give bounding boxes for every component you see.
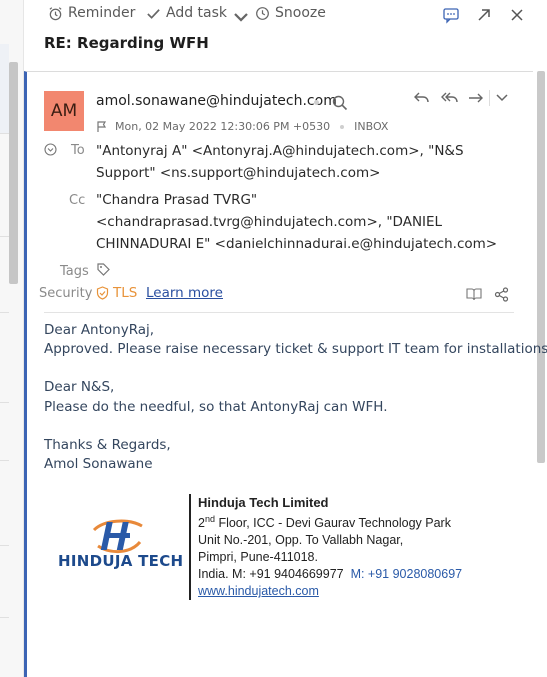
chevron-down-icon[interactable]: [232, 8, 250, 26]
tags-label: Tags: [60, 264, 89, 279]
signature-divider: [189, 494, 191, 600]
snooze-button[interactable]: Snooze: [255, 5, 326, 21]
separator-dot: [314, 100, 319, 105]
popout-icon[interactable]: [475, 6, 493, 24]
alarm-clock-icon: [49, 6, 62, 20]
row-divider: [0, 402, 9, 403]
learn-more-link[interactable]: Learn more: [146, 285, 223, 301]
website-link[interactable]: www.hindujatech.com: [198, 584, 319, 598]
reminder-button[interactable]: Reminder: [48, 5, 135, 21]
flag-icon[interactable]: [96, 120, 108, 133]
search-icon[interactable]: [331, 94, 349, 112]
row-divider: [0, 617, 9, 618]
list-scrollbar[interactable]: [9, 62, 18, 284]
reply-all-icon[interactable]: [440, 90, 460, 106]
security-label: Security: [39, 286, 93, 301]
body-line: Dear AntonyRaj,: [44, 322, 155, 338]
toolbar-divider: [489, 90, 490, 106]
close-icon[interactable]: [508, 6, 526, 24]
header-body-divider: [44, 312, 514, 313]
to-label: To: [71, 143, 85, 158]
comment-icon[interactable]: [442, 6, 460, 24]
address-line-1: 2nd Floor, ICC - Devi Gaurav Technology …: [198, 514, 451, 531]
share-icon[interactable]: [494, 287, 509, 302]
reply-icon[interactable]: [413, 90, 431, 106]
body-line: Please do the needful, so that AntonyRaj…: [44, 398, 388, 415]
collapse-recipients-icon[interactable]: [44, 143, 57, 156]
phone-2: M: +91 9028080697: [350, 567, 463, 582]
more-actions-chevron-icon[interactable]: [495, 92, 509, 104]
phone-1: India. M: +91 9404669977: [198, 567, 344, 582]
folder-name[interactable]: INBOX: [354, 120, 388, 133]
row-divider: [0, 545, 9, 546]
date-line: Mon, 02 May 2022 12:30:06 PM +0530 INBOX: [96, 120, 388, 133]
selected-row-highlight: [0, 44, 9, 134]
clock-icon: [256, 6, 269, 20]
row-divider: [0, 312, 9, 313]
tag-icon[interactable]: [96, 262, 111, 277]
phone-line: India. M: +91 9404669977 M: +91 90280806…: [198, 566, 462, 583]
avatar[interactable]: AM: [44, 91, 84, 131]
cc-recipients[interactable]: "Chandra Prasad TVRG" <chandraprasad.tvr…: [96, 189, 516, 255]
sender-address[interactable]: amol.sonawane@hindujatech.com: [96, 93, 337, 109]
email-subject: RE: Regarding WFH: [44, 34, 209, 52]
body-line: Approved. Please raise necessary ticket …: [44, 341, 547, 358]
row-divider: [0, 236, 9, 237]
address-line-2: Unit No.-201, Opp. To Vallabh Nagar,: [198, 533, 404, 548]
company-name: Hinduja Tech Limited: [198, 495, 329, 510]
message-date: Mon, 02 May 2022 12:30:06 PM +0530: [115, 120, 331, 133]
message-scrollbar[interactable]: [537, 71, 545, 463]
message-list-edge: [0, 0, 24, 677]
shield-check-icon: [96, 286, 109, 300]
reminder-label: Reminder: [68, 5, 136, 21]
row-divider: [0, 133, 9, 134]
snooze-label: Snooze: [275, 5, 326, 21]
tls-label: TLS: [113, 285, 138, 301]
forward-icon[interactable]: [467, 90, 485, 106]
add-task-button[interactable]: Add task: [146, 5, 227, 21]
body-line: Amol Sonawane: [44, 456, 153, 473]
body-line: Dear N&S,: [44, 379, 115, 396]
tls-badge: TLS: [96, 285, 137, 301]
reading-view-icon[interactable]: [466, 287, 482, 301]
logo-wordmark: HINDUJA TECH: [58, 552, 184, 570]
checkmark-icon: [147, 8, 160, 19]
row-divider: [0, 460, 9, 461]
body-line: Thanks & Regards,: [44, 436, 171, 453]
email-body: Dear AntonyRaj, Approved. Please raise n…: [44, 321, 547, 474]
to-recipients[interactable]: "Antonyraj A" <Antonyraj.A@hindujatech.c…: [96, 140, 516, 184]
cc-label: Cc: [69, 193, 86, 208]
address-line-3: Pimpri, Pune-411018.: [198, 550, 318, 565]
signature-block: Hinduja Tech Limited 2nd Floor, ICC - De…: [198, 494, 462, 600]
toolbar: Reminder Add task Snooze: [24, 0, 547, 28]
add-task-label: Add task: [166, 5, 228, 21]
